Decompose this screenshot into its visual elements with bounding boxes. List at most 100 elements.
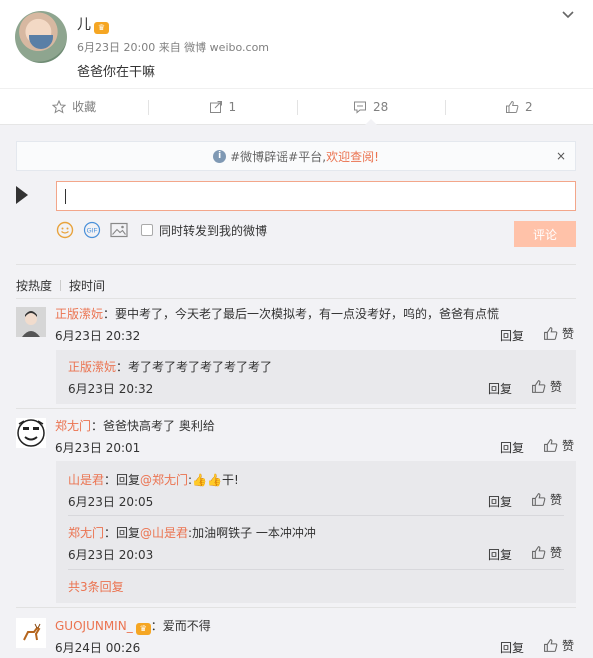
favorite-label: 收藏 [72, 100, 97, 114]
reply-body: 郑尢门：回复@山是君:加油啊铁子 一本冲冲冲 [68, 524, 316, 541]
divider [68, 569, 564, 570]
reply-button[interactable]: 回复 [488, 546, 512, 563]
like-label: 赞 [562, 639, 575, 653]
comment-text: ：爸爸快高考了 奥利给 [91, 419, 215, 433]
like-label: 赞 [550, 493, 563, 507]
like-count: 2 [525, 99, 533, 114]
divider [68, 515, 564, 516]
reply-button[interactable]: 回复 [500, 439, 524, 456]
like-comment-button[interactable]: 赞 [531, 491, 562, 508]
like-label: 赞 [550, 546, 563, 560]
reply-text: :加油啊铁子 一本冲冲冲 [188, 526, 316, 540]
comment-icon [353, 101, 366, 114]
comment-time: 6月23日 20:32 [55, 329, 141, 343]
notice-link[interactable]: 欢迎查阅! [326, 148, 379, 165]
sort-by-time-tab[interactable]: 按时间 [69, 277, 105, 294]
like-comment-button[interactable]: 赞 [531, 544, 562, 561]
reply-button[interactable]: 回复 [488, 380, 512, 397]
comment-user-link[interactable]: GUOJUNMIN_ [55, 619, 133, 633]
like-comment-button[interactable]: 赞 [543, 437, 574, 454]
like-button[interactable]: 2 [444, 89, 593, 124]
comment-time: 6月23日 20:01 [55, 441, 141, 455]
action-bar: 收藏 1 28 2 [0, 88, 593, 125]
share-button[interactable]: 1 [148, 89, 296, 124]
comment-user-link[interactable]: 郑尢门 [55, 419, 91, 433]
svg-text:GIF: GIF [87, 228, 98, 235]
comment-text: ：要中考了，今天老了最后一次模拟考，有一点没考好，呜的，爸爸有点慌 [103, 307, 500, 321]
comment-input[interactable] [56, 181, 576, 211]
avatar[interactable] [16, 307, 46, 337]
like-comment-button[interactable]: 赞 [531, 378, 562, 395]
thumb-up-icon [544, 639, 558, 652]
avatar-deer [16, 618, 46, 648]
notice-text: #微博辟谣#平台, [230, 149, 327, 164]
submit-comment-button[interactable]: 评论 [514, 221, 576, 247]
comment-time: 6月24日 00:26 [55, 641, 141, 655]
cursor-pointer-icon [16, 186, 28, 204]
vip-crown-icon: ♛ [135, 623, 151, 635]
avatar[interactable] [15, 11, 67, 63]
post-user-name[interactable]: 儿 ♛ [77, 14, 109, 34]
comment-text: ：爱而不得 [150, 619, 211, 633]
mention-link[interactable]: @山是君 [140, 526, 188, 540]
reply-time: 6月23日 20:03 [68, 548, 154, 562]
info-icon: i [213, 149, 227, 163]
thumb-up-icon [532, 380, 546, 393]
compose-toolbar: GIF 同时转发到我的微博 [56, 220, 267, 240]
avatar-meme-face [16, 418, 46, 448]
image-icon[interactable] [110, 222, 128, 238]
favorite-button[interactable]: 收藏 [0, 89, 148, 124]
close-icon[interactable]: × [556, 149, 566, 163]
mention-link[interactable]: @郑尢门 [140, 473, 188, 487]
comment-body: GUOJUNMIN_ ♛ ：爱而不得 [55, 617, 211, 635]
sort-by-hot-tab[interactable]: 按热度 [16, 277, 52, 294]
post-meta: 6月23日 20:00 来自 微博 weibo.com [77, 41, 270, 54]
divider [60, 280, 62, 291]
like-label: 赞 [562, 327, 575, 341]
vip-crown-icon: ♛ [94, 22, 109, 34]
view-more-replies-link[interactable]: 共3条回复 [68, 578, 124, 595]
star-icon [52, 99, 67, 114]
emoji-icon[interactable] [56, 221, 74, 239]
reply-body: 山是君：回复@郑尢门:👍👍干! [68, 471, 239, 488]
comment-button[interactable]: 28 [296, 89, 445, 125]
like-comment-button[interactable]: 赞 [543, 325, 574, 342]
like-label: 赞 [562, 439, 575, 453]
share-count: 1 [228, 99, 237, 114]
reply-user-link[interactable]: 正版潆妧 [68, 360, 116, 374]
repost-label: 同时转发到我的微博 [159, 223, 268, 238]
repost-checkbox[interactable] [141, 224, 153, 236]
weibo-post: 儿 ♛ 6月23日 20:00 来自 微博 weibo.com 爸爸你在干嘛 [0, 0, 593, 88]
reply-user-link[interactable]: 山是君 [68, 473, 104, 487]
thumb-up-icon [532, 493, 546, 506]
thumb-up-icon [544, 327, 558, 340]
gif-icon[interactable]: GIF [83, 221, 101, 239]
divider [16, 408, 576, 409]
reply-text: :👍👍干! [188, 473, 239, 487]
like-label: 赞 [550, 380, 563, 394]
thumb-up-icon [532, 546, 546, 559]
reply-prefix: ：回复 [104, 526, 141, 540]
avatar-portrait [16, 307, 46, 337]
text-caret [65, 189, 66, 204]
reply-text: ：考了考了考了考了考了考了 [116, 360, 273, 374]
reply-prefix: ：回复 [104, 473, 141, 487]
comment-body: 正版潆妧：要中考了，今天老了最后一次模拟考，有一点没考好，呜的，爸爸有点慌 [55, 305, 499, 322]
avatar[interactable] [16, 618, 46, 648]
chevron-down-icon[interactable] [561, 8, 575, 22]
reply-body: 正版潆妧：考了考了考了考了考了考了 [68, 358, 272, 375]
rumor-notice-bar: i #微博辟谣#平台, 欢迎查阅! × [16, 141, 576, 171]
share-icon [209, 100, 222, 113]
avatar[interactable] [16, 418, 46, 448]
user-name-text[interactable]: 儿 [77, 17, 91, 33]
comment-body: 郑尢门：爸爸快高考了 奥利给 [55, 417, 215, 434]
thumb-up-icon [506, 100, 519, 113]
reply-time: 6月23日 20:32 [68, 382, 154, 396]
like-comment-button[interactable]: 赞 [543, 637, 574, 654]
reply-button[interactable]: 回复 [500, 639, 524, 656]
comment-user-link[interactable]: 正版潆妧 [55, 307, 103, 321]
reply-button[interactable]: 回复 [488, 493, 512, 510]
divider [16, 298, 576, 299]
reply-user-link[interactable]: 郑尢门 [68, 526, 104, 540]
reply-button[interactable]: 回复 [500, 327, 524, 344]
